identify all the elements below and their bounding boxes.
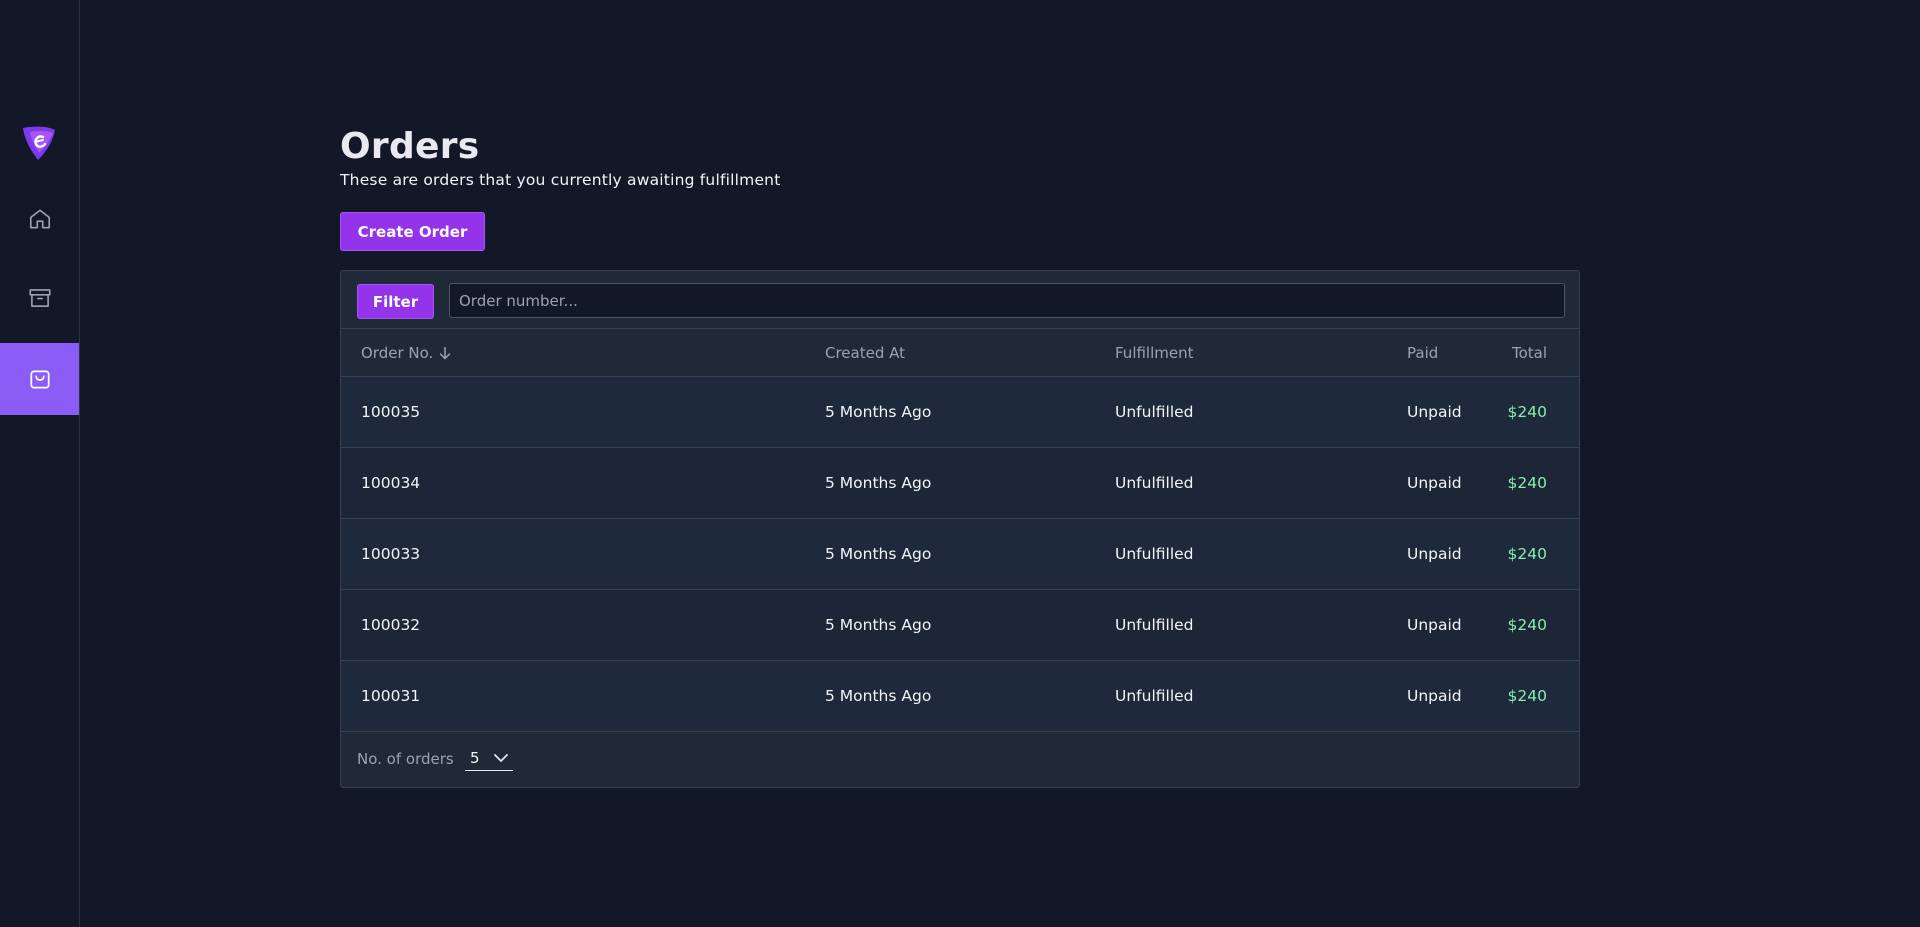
logo-icon (23, 126, 55, 160)
sidebar (0, 0, 80, 927)
page-title: Orders (340, 126, 480, 167)
column-header-label: Order No. (361, 343, 434, 362)
column-header-fulfillment[interactable]: Fulfillment (1115, 344, 1194, 362)
fulfillment-status: Unfulfilled (1115, 687, 1194, 705)
fulfillment-status: Unfulfilled (1115, 474, 1194, 492)
created-at: 5 Months Ago (825, 687, 932, 705)
paid-status: Unpaid (1407, 545, 1462, 563)
create-order-button[interactable]: Create Order (340, 212, 485, 251)
filter-bar: Filter (341, 271, 1579, 329)
page-size-label: No. of orders (357, 750, 454, 768)
order-number: 100033 (361, 545, 421, 563)
table-row[interactable]: 100033 5 Months Ago Unfulfilled Unpaid $… (341, 519, 1579, 590)
order-total: $240 (1507, 474, 1547, 492)
order-number: 100035 (361, 403, 421, 421)
created-at: 5 Months Ago (825, 545, 932, 563)
fulfillment-status: Unfulfilled (1115, 616, 1194, 634)
order-number-search-input[interactable] (449, 283, 1565, 318)
created-at: 5 Months Ago (825, 616, 932, 634)
paid-status: Unpaid (1407, 616, 1462, 634)
sidebar-item-orders[interactable] (0, 343, 79, 415)
order-number: 100032 (361, 616, 421, 634)
page-size-value: 5 (470, 749, 480, 767)
order-number: 100031 (361, 687, 421, 705)
order-total: $240 (1507, 403, 1547, 421)
created-at: 5 Months Ago (825, 474, 932, 492)
column-header-created-at[interactable]: Created At (825, 344, 905, 362)
fulfillment-status: Unfulfilled (1115, 403, 1194, 421)
table-body: 100035 5 Months Ago Unfulfilled Unpaid $… (341, 377, 1579, 732)
shopping-bag-icon (29, 370, 50, 389)
sidebar-item-home[interactable] (0, 183, 79, 255)
order-total: $240 (1507, 687, 1547, 705)
table-footer: No. of orders 5 (341, 732, 1579, 787)
chevron-down-icon (494, 754, 508, 762)
table-row[interactable]: 100031 5 Months Ago Unfulfilled Unpaid $… (341, 661, 1579, 732)
table-row[interactable]: 100035 5 Months Ago Unfulfilled Unpaid $… (341, 377, 1579, 448)
column-header-total[interactable]: Total (1512, 344, 1547, 362)
sidebar-item-products[interactable] (0, 262, 79, 334)
order-total: $240 (1507, 545, 1547, 563)
arrow-down-icon (440, 346, 451, 360)
home-icon (29, 209, 50, 229)
page-subtitle: These are orders that you currently awai… (340, 171, 781, 189)
table-header: Order No. Created At Fulfillment Paid To… (341, 329, 1579, 377)
table-row[interactable]: 100032 5 Months Ago Unfulfilled Unpaid $… (341, 590, 1579, 661)
column-header-paid[interactable]: Paid (1407, 344, 1438, 362)
page-size-select[interactable]: 5 (465, 747, 513, 771)
fulfillment-status: Unfulfilled (1115, 545, 1194, 563)
column-header-order-no[interactable]: Order No. (361, 344, 451, 362)
paid-status: Unpaid (1407, 403, 1462, 421)
orders-table-card: Filter Order No. Created At Fulfillment … (340, 270, 1580, 788)
order-number: 100034 (361, 474, 421, 492)
archive-box-icon (28, 289, 51, 307)
order-total: $240 (1507, 616, 1547, 634)
paid-status: Unpaid (1407, 687, 1462, 705)
filter-button[interactable]: Filter (357, 284, 434, 319)
table-row[interactable]: 100034 5 Months Ago Unfulfilled Unpaid $… (341, 448, 1579, 519)
created-at: 5 Months Ago (825, 403, 932, 421)
paid-status: Unpaid (1407, 474, 1462, 492)
